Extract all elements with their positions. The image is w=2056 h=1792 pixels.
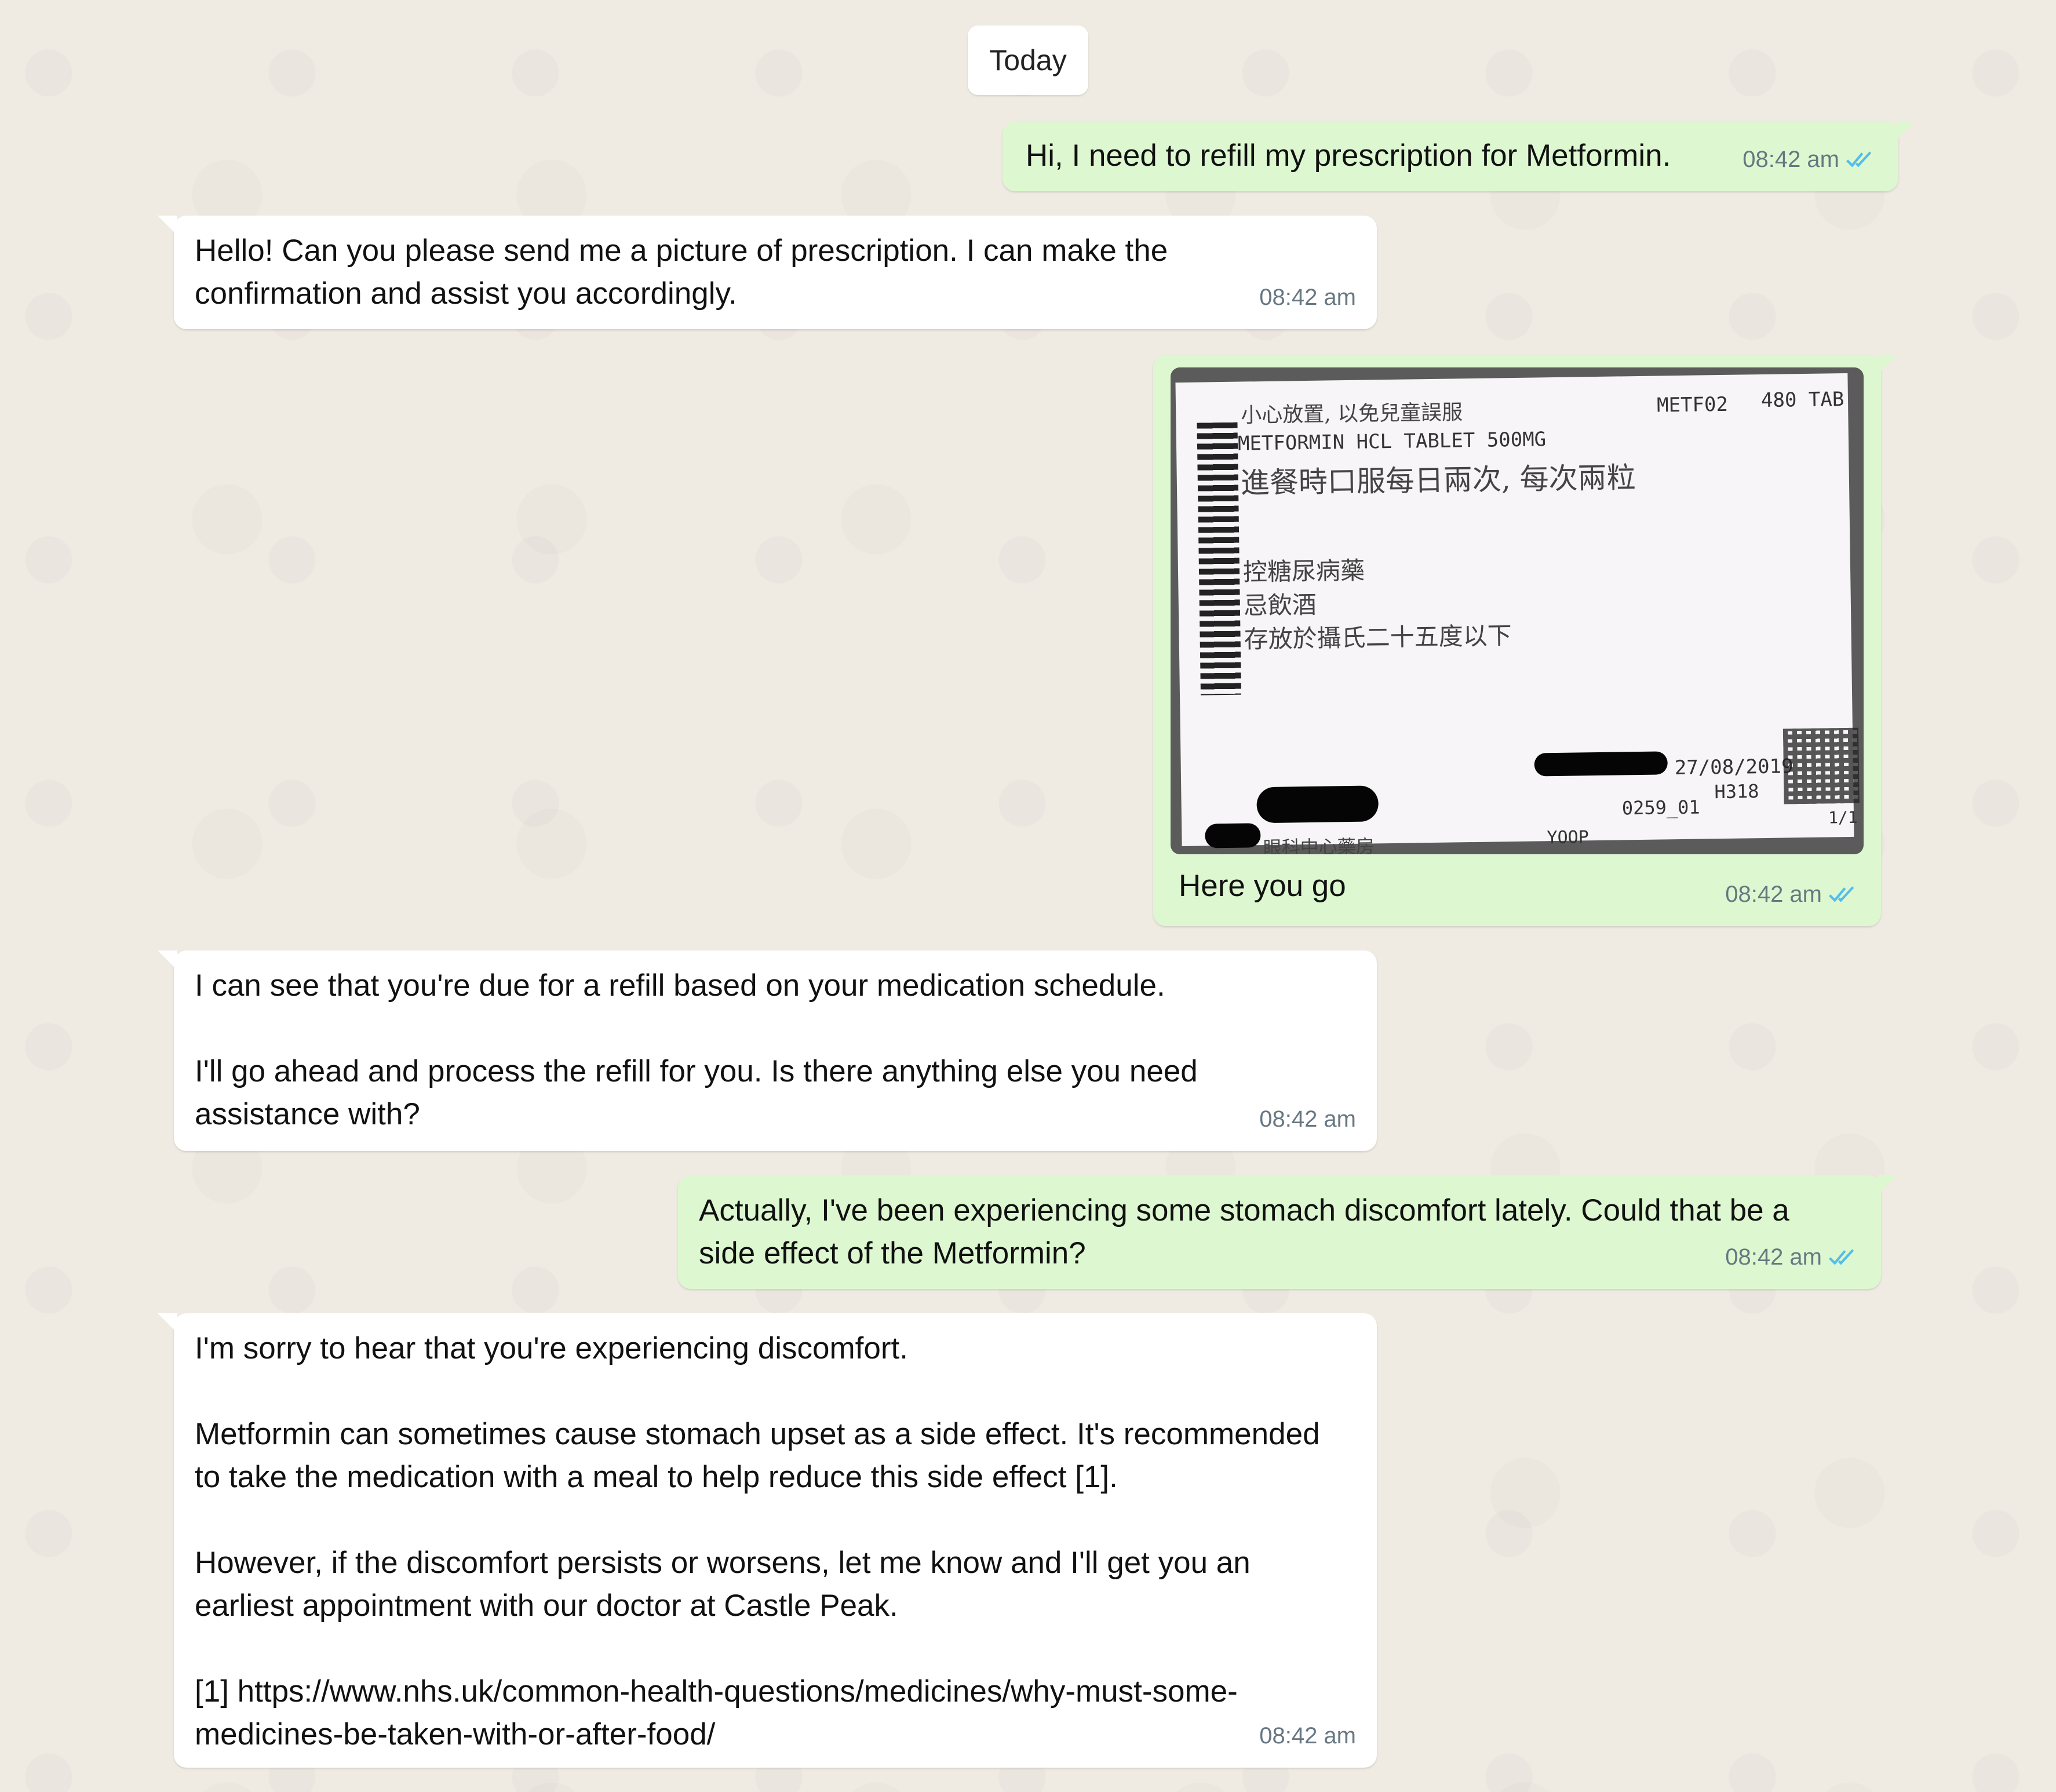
message-time: 08:42 am [1259,1106,1356,1132]
label-note: 存放於攝氏二十五度以下 [1244,621,1512,654]
redaction [1205,823,1261,848]
date-divider: Today [968,26,1088,95]
label-code: METF02 [1656,392,1729,417]
label-ref: 0259_01 [1621,796,1700,819]
prescription-photo[interactable]: 小心放置, 以免兒童誤服 METFORMIN HCL TABLET 500MG … [1171,367,1864,854]
message-text: I'm sorry to hear that you're experienci… [195,1331,1320,1751]
message-incoming[interactable]: I'm sorry to hear that you're experienci… [158,1313,1377,1768]
label-pharmacy: 眼科中心藥房 [1263,835,1375,854]
qr-code [1782,727,1860,804]
redaction [1534,751,1668,777]
read-double-tick-icon [1829,1249,1854,1265]
message-meta: 08:42 am [1743,138,1878,181]
message-text: I can see that you're due for a refill b… [195,968,1198,1131]
read-double-tick-icon [1846,151,1872,167]
read-double-tick-icon [1829,886,1854,902]
label-pharmacist: YOOP [1547,827,1589,848]
message-text: Actually, I've been experiencing some st… [699,1193,1789,1270]
message-text: Hello! Can you please send me a picture … [195,234,1168,311]
message-outgoing[interactable]: Hi, I need to refill my prescription for… [1003,122,1915,191]
image-caption: Here you go [1179,869,1346,903]
redaction [1256,785,1379,824]
message-time: 08:42 am [1259,285,1356,310]
message-time: 08:42 am [1259,1723,1356,1749]
message-meta: 08:42 am [1725,1236,1860,1279]
message-meta: 08:42 am [1725,873,1860,916]
message-meta: 08:42 am [1259,276,1356,319]
message-incoming[interactable]: I can see that you're due for a refill b… [158,950,1377,1151]
message-outgoing-image[interactable]: 小心放置, 以免兒童誤服 METFORMIN HCL TABLET 500MG … [1153,355,1897,926]
label-room: H318 [1714,780,1759,803]
barcode [1197,422,1242,695]
message-time: 08:42 am [1743,147,1839,172]
label-instruction: 進餐時口服每日兩次, 每次兩粒 [1240,461,1636,500]
message-meta: 08:42 am [1259,1714,1356,1757]
message-time: 08:42 am [1725,882,1822,907]
message-meta: 08:42 am [1259,1098,1356,1141]
message-time: 08:42 am [1725,1244,1822,1270]
message-incoming[interactable]: Hello! Can you please send me a picture … [158,216,1377,329]
prescription-label: 小心放置, 以免兒童誤服 METFORMIN HCL TABLET 500MG … [1175,373,1860,854]
label-quantity: 480 TAB [1760,388,1844,413]
message-outgoing[interactable]: Actually, I've been experiencing some st… [678,1175,1897,1289]
